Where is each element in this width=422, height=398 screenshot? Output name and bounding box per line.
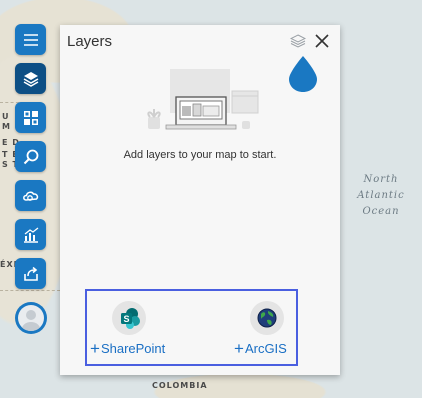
- water-drop-icon: [289, 56, 317, 92]
- panel-title: Layers: [67, 33, 113, 50]
- basemap-gallery-icon: [23, 110, 38, 125]
- user-avatar-icon: [18, 305, 44, 331]
- cloud-analysis-icon: [22, 190, 38, 201]
- share-button[interactable]: [15, 258, 46, 289]
- map-edge-label: M: [2, 122, 11, 131]
- user-avatar-button[interactable]: [15, 302, 47, 334]
- chart-icon: [23, 226, 38, 243]
- country-label: COLOMBIA: [152, 381, 208, 390]
- empty-state-message: Add layers to your map to start.: [123, 149, 277, 161]
- basemap-gallery-button[interactable]: [15, 102, 46, 133]
- ocean-label: North Atlantic Ocean: [357, 174, 405, 217]
- search-icon: [23, 149, 38, 164]
- layers-button[interactable]: [15, 63, 46, 94]
- search-button[interactable]: [15, 141, 46, 172]
- empty-layers-illustration: [147, 69, 259, 130]
- menu-button[interactable]: [15, 24, 46, 55]
- chart-button[interactable]: [15, 219, 46, 250]
- hamburger-icon: [23, 33, 38, 46]
- analysis-button[interactable]: [15, 180, 46, 211]
- source-selection-highlight: [85, 289, 298, 366]
- layers-icon: [23, 71, 38, 87]
- layer-stack-icon: [290, 34, 306, 48]
- map-edge-label: U: [2, 112, 10, 121]
- share-icon: [23, 266, 38, 281]
- close-icon[interactable]: [314, 33, 330, 49]
